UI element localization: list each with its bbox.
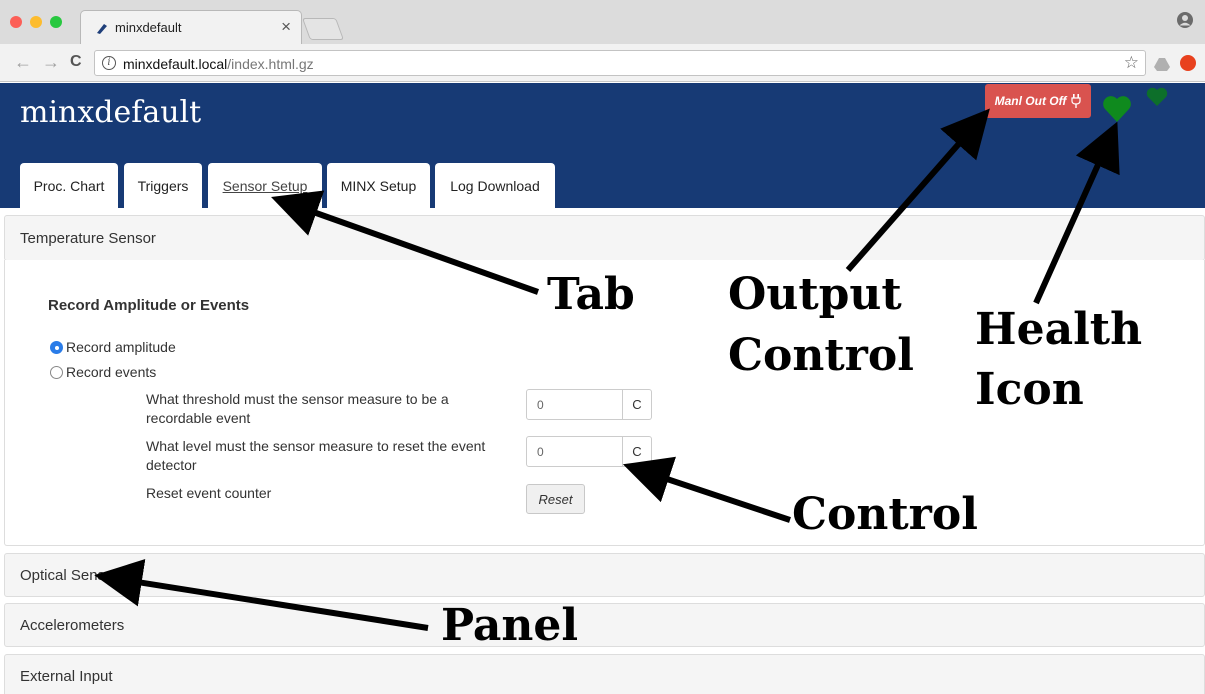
manual-output-button[interactable]: Manl Out Off	[985, 84, 1091, 118]
reset-level-input[interactable]: 0	[526, 436, 623, 467]
reload-icon[interactable]: C	[70, 53, 82, 71]
tab-label: Triggers	[137, 177, 189, 194]
annotation-panel: Panel	[441, 600, 579, 651]
screenshot-root: minxdefault × ← → C i minxdefault.local/…	[0, 0, 1205, 694]
app-header: minxdefault Manl Out Off Proc. Chart Tri…	[0, 83, 1205, 208]
tab-label: MINX Setup	[340, 177, 417, 194]
radio-selected-indicator[interactable]	[50, 340, 63, 354]
health-heart-icon	[1103, 96, 1131, 122]
profile-icon[interactable]	[1175, 10, 1195, 30]
forward-icon[interactable]: →	[42, 52, 60, 73]
maximize-window-button[interactable]	[50, 16, 62, 28]
threshold-input[interactable]: 0	[526, 389, 623, 420]
panel-heading-optical-sensors[interactable]: Optical Sensors	[4, 553, 1205, 597]
manual-output-label: Manl Out Off	[994, 94, 1067, 108]
threshold-input-group: 0 C	[526, 389, 652, 420]
annotation-output: Output	[728, 269, 902, 320]
plug-icon	[1071, 94, 1081, 108]
browser-toolbar: ← → C i minxdefault.local/index.html.gz …	[0, 44, 1205, 82]
radio-unselected-indicator[interactable]	[50, 365, 63, 379]
tab-minx-setup[interactable]: MINX Setup	[327, 163, 430, 208]
tab-log-download[interactable]: Log Download	[435, 163, 555, 208]
reset-counter-label: Reset event counter	[146, 485, 272, 501]
radio-record-amplitude[interactable]: Record amplitude	[50, 339, 176, 355]
threshold-label: What threshold must the sensor measure t…	[146, 391, 449, 426]
drive-extension-icon[interactable]	[1154, 57, 1170, 71]
app-title: minxdefault	[20, 95, 202, 130]
url-path: /index.html.gz	[227, 56, 314, 72]
reset-counter-button[interactable]: Reset	[526, 484, 585, 514]
reset-level-input-group: 0 C	[526, 436, 652, 467]
new-tab-button[interactable]	[301, 18, 345, 40]
reset-level-label: What level must the sensor measure to re…	[146, 438, 486, 473]
panel-heading-temperature[interactable]: Temperature Sensor	[4, 215, 1205, 261]
annotation-control-2: Control	[728, 330, 914, 381]
radio-events-label: Record events	[66, 364, 157, 380]
extension-icon[interactable]	[1180, 55, 1196, 71]
tab-label: Proc. Chart	[33, 177, 105, 194]
url-host: minxdefault.local	[123, 56, 228, 72]
browser-tab-strip: minxdefault ×	[0, 0, 1205, 44]
close-window-button[interactable]	[10, 16, 22, 28]
tab-proc-chart[interactable]: Proc. Chart	[20, 163, 118, 208]
health-pulse-heart-icon	[1146, 87, 1168, 106]
reset-level-unit: C	[623, 436, 652, 467]
back-icon[interactable]: ←	[14, 52, 32, 73]
address-url: minxdefault.local/index.html.gz	[123, 56, 314, 72]
radio-amplitude-label: Record amplitude	[66, 339, 176, 355]
minimize-window-button[interactable]	[30, 16, 42, 28]
site-info-icon[interactable]: i	[102, 56, 116, 70]
bookmark-star-icon[interactable]: ☆	[1124, 53, 1139, 73]
tab-sensor-setup[interactable]: Sensor Setup	[208, 163, 322, 208]
address-bar[interactable]: i minxdefault.local/index.html.gz ☆	[94, 50, 1146, 76]
record-mode-title: Record Amplitude or Events	[48, 297, 250, 314]
annotation-health: Health	[975, 304, 1143, 355]
radio-record-events[interactable]: Record events	[50, 364, 156, 380]
page-favicon-icon	[97, 24, 107, 34]
annotation-control: Control	[792, 489, 978, 540]
panel-heading-external-input[interactable]: External Input	[4, 654, 1205, 694]
browser-tab[interactable]: minxdefault ×	[80, 10, 302, 44]
tab-label: Sensor Setup	[222, 177, 308, 194]
close-tab-icon[interactable]: ×	[281, 17, 291, 37]
annotation-tab: Tab	[547, 269, 635, 320]
threshold-unit: C	[623, 389, 652, 420]
tab-label: Log Download	[450, 177, 540, 194]
browser-tab-title: minxdefault	[115, 20, 182, 35]
panel-heading-accelerometers[interactable]: Accelerometers	[4, 603, 1205, 647]
annotation-icon: Icon	[975, 364, 1084, 415]
tab-triggers[interactable]: Triggers	[124, 163, 202, 208]
